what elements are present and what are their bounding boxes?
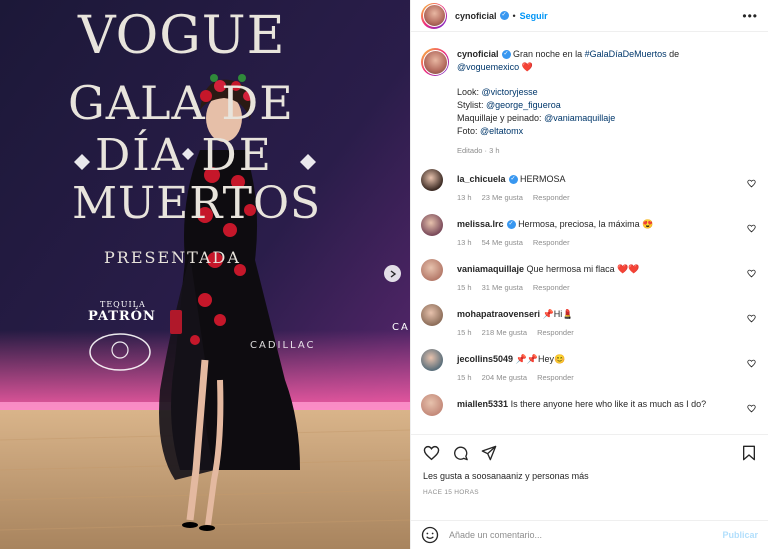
commenter-username[interactable]: melissa.lrc — [457, 219, 504, 229]
comment-time: 15 h — [457, 373, 472, 382]
more-options-icon[interactable]: ••• — [742, 9, 758, 23]
backdrop-vogue: VOGUE — [78, 6, 286, 66]
commenter-username[interactable]: jecollins5049 — [457, 354, 513, 364]
comment-text: Que hermosa mi flaca ❤️❤️ — [526, 264, 640, 274]
save-bookmark-icon[interactable] — [742, 445, 756, 461]
comment-text: 📌📌Hey😊 — [515, 354, 566, 364]
comment-text: Is there anyone here who like it as much… — [510, 399, 707, 409]
comment-row: melissa.lrc ✓ Hermosa, preciosa, la máxim… — [421, 214, 758, 249]
author-username[interactable]: cynoficial — [455, 11, 497, 21]
reply-button[interactable]: Responder — [533, 237, 570, 249]
author-avatar[interactable] — [421, 2, 447, 29]
comment-row: miallen5331 Is there anyone here who lik… — [421, 394, 758, 416]
comment-likes[interactable]: 218 Me gusta — [482, 327, 527, 339]
commenter-avatar[interactable] — [421, 214, 443, 236]
emoji-icon[interactable] — [421, 526, 439, 544]
look-label: Look: — [457, 87, 482, 97]
comment-text: 📌Hi💄 — [542, 309, 574, 319]
comment-like-heart-icon[interactable] — [747, 224, 756, 233]
comment-text: Hermosa, preciosa, la máxima 😍 — [518, 219, 654, 229]
backdrop-line3: MUERTOS — [72, 178, 322, 229]
caption-hashtag[interactable]: #GalaDíaDeMuertos — [585, 49, 667, 59]
caption-mention[interactable]: @voguemexico — [457, 62, 519, 72]
comment-like-heart-icon[interactable] — [747, 359, 756, 368]
commenter-username[interactable]: miallen5331 — [457, 399, 508, 409]
comment-row: vaniamaquillaje Que hermosa mi flaca ❤️❤… — [421, 259, 758, 294]
post-photo[interactable]: VOGUE GALA DE DÍA DE MUERTOS PRESENTADA … — [0, 0, 410, 549]
backdrop-line2: DÍA DE — [95, 130, 273, 181]
comment-like-heart-icon[interactable] — [747, 269, 756, 278]
caption-edited: Editado · 3 h — [457, 146, 500, 155]
comment-time: 15 h — [457, 283, 472, 292]
verified-badge-icon: ✓ — [499, 11, 509, 20]
post-timestamp: HACE 15 HORAS — [423, 489, 479, 496]
comments-list[interactable]: cynoficial ✓ Gran noche en la #GalaDíaDeM… — [411, 40, 768, 434]
follow-button[interactable]: Seguir — [520, 11, 548, 21]
reply-button[interactable]: Responder — [533, 282, 570, 294]
look-handle[interactable]: @victoryjesse — [482, 87, 538, 97]
comment-row: la_chicuela ✓ HERMOSA 13 h 23 Me gusta Respo… — [421, 169, 758, 204]
add-comment-bar: Publicar — [411, 520, 768, 549]
caption-username[interactable]: cynoficial — [457, 49, 499, 59]
caption-avatar[interactable] — [421, 48, 449, 76]
caption-text-b: de — [666, 49, 680, 59]
comment-like-heart-icon[interactable] — [747, 404, 756, 413]
backdrop-presents: PRESENTADA — [104, 248, 241, 267]
post-caption: cynoficial ✓ Gran noche en la #GalaDíaDeM… — [421, 48, 758, 157]
verified-badge-icon: ✓ — [501, 50, 511, 60]
photo-handle[interactable]: @eltatomx — [480, 126, 523, 136]
comment-like-heart-icon[interactable] — [747, 314, 756, 323]
like-heart-icon[interactable] — [423, 445, 440, 461]
commenter-avatar[interactable] — [421, 304, 443, 326]
makeup-label: Maquillaje y peinado: — [457, 113, 545, 123]
likes-summary[interactable]: Les gusta a soosanaaniz y personas más — [423, 471, 756, 481]
heart-emoji: ❤️ — [521, 62, 533, 72]
comment-bubble-icon[interactable] — [452, 445, 469, 461]
caption-text-a: Gran noche en la — [513, 49, 585, 59]
comment-likes[interactable]: 204 Me gusta — [482, 372, 527, 384]
commenter-username[interactable]: la_chicuela — [457, 174, 506, 184]
sponsor-patron: PATRÓN — [88, 309, 156, 324]
comment-time: 15 h — [457, 328, 472, 337]
comment-like-heart-icon[interactable] — [747, 179, 756, 188]
comment-likes[interactable]: 54 Me gusta — [482, 237, 523, 249]
commenter-avatar[interactable] — [421, 394, 443, 416]
sponsor-cadillac: CADILLAC — [250, 340, 316, 351]
verified-badge-icon: ✓ — [508, 175, 518, 185]
verified-badge-icon: ✓ — [506, 220, 516, 230]
makeup-handle[interactable]: @vaniamaquillaje — [544, 113, 615, 123]
reply-button[interactable]: Responder — [537, 327, 574, 339]
commenter-avatar[interactable] — [421, 259, 443, 281]
reply-button[interactable]: Responder — [533, 192, 570, 204]
comment-likes[interactable]: 31 Me gusta — [482, 282, 523, 294]
commenter-username[interactable]: mohapatraovenseri — [457, 309, 540, 319]
commenter-avatar[interactable] — [421, 169, 443, 191]
post-comment-button[interactable]: Publicar — [722, 530, 758, 540]
next-image-button[interactable] — [384, 265, 401, 282]
backdrop-line1: GALA DE — [68, 76, 294, 130]
comment-time: 13 h — [457, 193, 472, 202]
photo-label: Foto: — [457, 126, 481, 136]
post-panel: cynoficial ✓ • Seguir ••• cynoficial ✓ Gr… — [410, 0, 768, 549]
chevron-right-icon — [390, 269, 396, 278]
commenter-username[interactable]: vaniamaquillaje — [457, 264, 524, 274]
comment-time: 13 h — [457, 238, 472, 247]
stylist-label: Stylist: — [457, 100, 487, 110]
commenter-avatar[interactable] — [421, 349, 443, 371]
comment-row: jecollins5049 📌📌Hey😊 15 h 204 Me gusta Resp… — [421, 349, 758, 384]
stylist-handle[interactable]: @george_figueroa — [486, 100, 561, 110]
comment-likes[interactable]: 23 Me gusta — [482, 192, 523, 204]
reply-button[interactable]: Responder — [537, 372, 574, 384]
sponsor-ca: CA — [392, 322, 410, 333]
action-bar: Les gusta a soosanaaniz y personas más H… — [411, 434, 768, 496]
share-send-icon[interactable] — [481, 445, 497, 461]
comment-row: mohapatraovenseri 📌Hi💄 15 h 218 Me gusta Re… — [421, 304, 758, 339]
post-header: cynoficial ✓ • Seguir ••• — [411, 0, 768, 32]
sponsor-tequila: TEQUILA — [100, 300, 146, 309]
comment-input[interactable] — [449, 530, 723, 540]
separator-dot: • — [512, 10, 516, 21]
comment-text: HERMOSA — [520, 174, 566, 184]
